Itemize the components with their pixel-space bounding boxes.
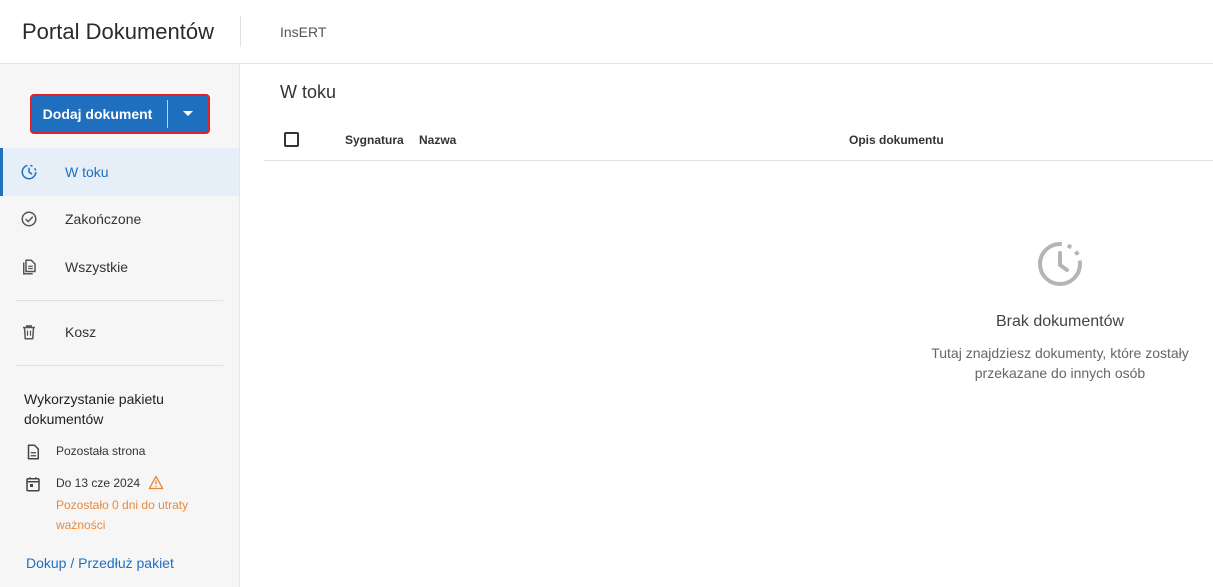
app-title[interactable]: Portal Dokumentów — [22, 19, 214, 45]
package-usage-title: Wykorzystanie pakietu dokumentów — [24, 391, 164, 427]
documents-icon — [23, 259, 36, 275]
sidebar-item-label: W toku — [65, 164, 109, 180]
sidebar-item-all[interactable]: Wszystkie — [0, 243, 239, 291]
renew-package-link[interactable]: Dokup / Przedłuż pakiet — [26, 555, 174, 571]
check-circle-icon — [21, 211, 37, 227]
column-header-name[interactable]: Nazwa — [419, 133, 456, 147]
empty-state-description: Tutaj znajdziesz dokumenty, które został… — [931, 345, 1189, 381]
document-icon — [27, 444, 39, 460]
clock-icon — [21, 164, 37, 180]
warning-icon — [148, 475, 164, 490]
empty-state-clock-icon — [1038, 242, 1082, 286]
calendar-icon — [26, 477, 40, 492]
sidebar: Dodaj dokument W toku Zakończone Wszystk… — [0, 64, 240, 587]
sidebar-item-label: Wszystkie — [65, 259, 128, 275]
sidebar-divider — [16, 300, 223, 301]
column-header-signature[interactable]: Sygnatura — [345, 133, 404, 147]
sidebar-item-trash[interactable]: Kosz — [0, 308, 239, 356]
table-header: Sygnatura Nazwa Opis dokumentu — [264, 124, 1213, 161]
organization-name: InsERT — [280, 24, 327, 40]
main-content: W toku Sygnatura Nazwa Opis dokumentu Br… — [240, 64, 1213, 587]
expiry-warning: Pozostało 0 dni do utraty ważności — [56, 498, 189, 532]
column-header-description[interactable]: Opis dokumentu — [849, 133, 944, 147]
caret-down-icon — [183, 111, 193, 116]
sidebar-item-label: Zakończone — [65, 211, 142, 227]
header-divider — [240, 16, 241, 47]
add-document-button[interactable]: Dodaj dokument — [32, 96, 167, 132]
trash-icon — [23, 325, 35, 340]
sidebar-item-completed[interactable]: Zakończone — [0, 195, 239, 243]
sidebar-item-in-progress[interactable]: W toku — [0, 148, 239, 196]
add-document-split-button: Dodaj dokument — [30, 94, 210, 134]
pages-left-text: Pozostała strona — [56, 444, 146, 458]
select-all-checkbox[interactable] — [284, 132, 299, 147]
valid-until-text: Do 13 cze 2024 — [56, 476, 141, 490]
sidebar-item-label: Kosz — [65, 324, 97, 340]
sidebar-divider — [16, 365, 223, 366]
page-title: W toku — [280, 82, 337, 102]
empty-state-title: Brak dokumentów — [995, 313, 1125, 330]
top-bar: Portal Dokumentów InsERT — [0, 0, 1213, 64]
add-document-dropdown-button[interactable] — [168, 96, 208, 132]
